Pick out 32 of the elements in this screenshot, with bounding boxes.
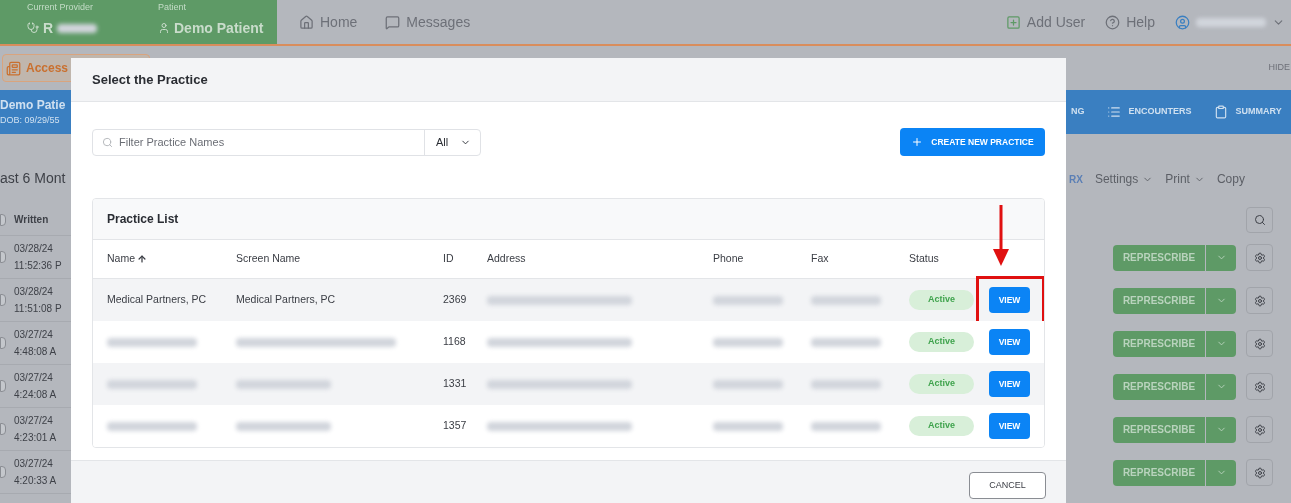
written-time: 11:51:08 P xyxy=(14,302,62,316)
written-date: 03/28/24 xyxy=(14,242,54,256)
status-badge: Active xyxy=(909,332,974,352)
table-cell: 1331 xyxy=(443,377,467,390)
written-time: 11:52:36 P xyxy=(14,259,62,273)
written-date: 03/27/24 xyxy=(14,414,54,428)
written-date: 03/27/24 xyxy=(14,371,54,385)
patient-bar-name: Demo Patie xyxy=(0,97,67,115)
patient-dob: DOB: 09/29/55 xyxy=(0,114,61,128)
status-badge: Active xyxy=(909,374,974,394)
written-date: 03/28/24 xyxy=(14,285,54,299)
list-title: Practice List xyxy=(107,211,179,228)
panel-title: ast 6 Mont xyxy=(0,169,67,188)
written-date: 03/27/24 xyxy=(14,457,54,471)
patient-label: Patient xyxy=(158,1,188,14)
written-time: 4:24:08 A xyxy=(14,388,57,402)
table-cell: 1168 xyxy=(443,335,466,348)
written-time: 4:20:33 A xyxy=(14,474,57,488)
status-badge: Active xyxy=(909,290,974,310)
written-time: 4:48:08 A xyxy=(14,345,57,359)
written-date: 03/27/24 xyxy=(14,328,54,342)
status-badge: Active xyxy=(909,416,974,436)
table-cell: 2369 xyxy=(443,293,467,306)
dialog-title: Select the Practice xyxy=(92,70,208,89)
column-header: Written xyxy=(14,213,49,227)
patient-name: Demo Patient xyxy=(174,18,264,38)
written-time: 4:23:01 A xyxy=(14,431,57,445)
table-cell: Medical Partners, PC xyxy=(107,293,207,306)
table-cell: 1357 xyxy=(443,419,467,432)
table-cell: Medical Partners, PC xyxy=(236,293,336,306)
provider-label: Current Provider xyxy=(27,1,95,14)
provider-name: R xyxy=(43,18,54,38)
